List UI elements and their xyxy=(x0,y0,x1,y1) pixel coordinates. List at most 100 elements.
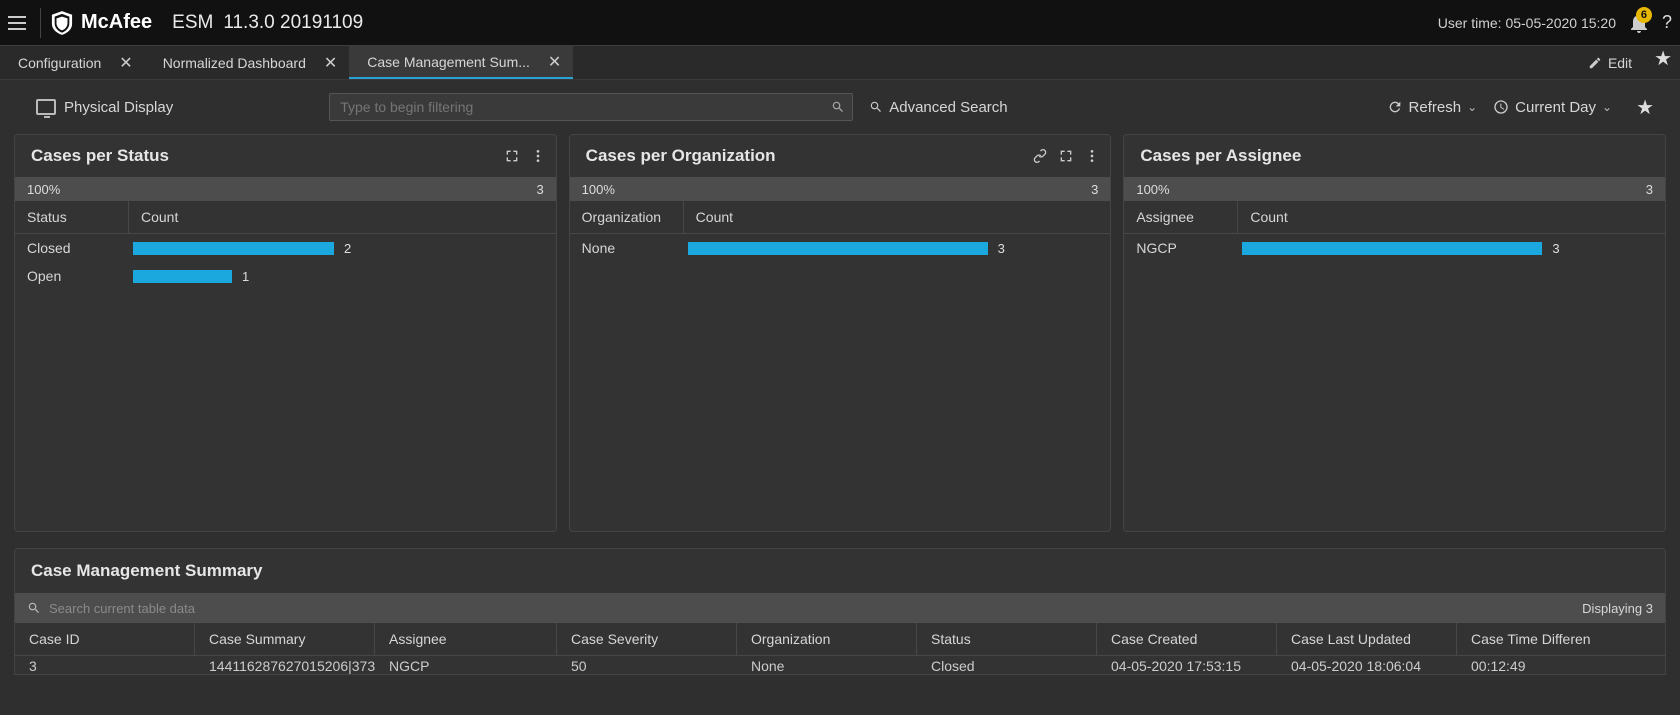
col-count[interactable]: Count xyxy=(1238,201,1665,233)
cell-diff: 00:12:49 xyxy=(1457,656,1665,674)
expand-icon[interactable] xyxy=(504,148,520,164)
tab-label: Normalized Dashboard xyxy=(163,55,306,71)
col-assignee[interactable]: Assignee xyxy=(375,623,557,655)
link-icon[interactable] xyxy=(1032,148,1048,164)
col-organization[interactable]: Organization xyxy=(737,623,917,655)
notifications-button[interactable]: 6 xyxy=(1630,13,1648,33)
time-range-button[interactable]: Current Day ⌄ xyxy=(1493,99,1612,116)
chevron-down-icon: ⌄ xyxy=(1467,100,1477,114)
app-header: McAfee ESM 11.3.0 20191109 User time: 05… xyxy=(0,0,1680,46)
table-row[interactable]: Closed 2 xyxy=(15,234,556,262)
clock-icon xyxy=(1493,99,1509,115)
grid-header: Case ID Case Summary Assignee Case Sever… xyxy=(15,623,1665,656)
percent-label: 100% xyxy=(582,182,615,197)
tab-normalized-dashboard[interactable]: Normalized Dashboard ✕ xyxy=(145,46,350,79)
table-row[interactable]: None3 xyxy=(570,234,1111,262)
total-label: 3 xyxy=(536,182,543,197)
advanced-search-label: Advanced Search xyxy=(889,99,1007,116)
bar xyxy=(1242,242,1542,255)
bar-value: 3 xyxy=(1552,241,1559,256)
table-row[interactable]: 3 144116287627015206|37333354| NGCP 50 N… xyxy=(15,656,1665,674)
cell-created: 04-05-2020 17:53:15 xyxy=(1097,656,1277,674)
displaying-label: Displaying 3 xyxy=(1582,601,1653,616)
cell-assignee: NGCP xyxy=(375,656,557,674)
percent-bar: 100% 3 xyxy=(570,177,1111,201)
app-version: 11.3.0 20191109 xyxy=(223,12,363,34)
bar xyxy=(688,242,988,255)
col-organization[interactable]: Organization xyxy=(570,201,684,233)
expand-icon[interactable] xyxy=(1058,148,1074,164)
edit-button[interactable]: Edit xyxy=(1574,46,1646,79)
table-search-input[interactable] xyxy=(49,601,349,616)
cell-organization: None xyxy=(737,656,917,674)
table-header: Organization Count xyxy=(570,201,1111,234)
close-icon[interactable]: ✕ xyxy=(324,53,337,73)
display-mode-toggle[interactable]: Physical Display xyxy=(36,99,173,116)
col-case-time-difference[interactable]: Case Time Differen xyxy=(1457,623,1665,655)
close-icon[interactable]: ✕ xyxy=(548,52,561,72)
refresh-label: Refresh xyxy=(1409,99,1462,116)
more-icon[interactable] xyxy=(530,148,546,164)
user-time: User time: 05-05-2020 15:20 xyxy=(1438,15,1616,31)
more-icon[interactable] xyxy=(1084,148,1100,164)
favorite-icon[interactable]: ★ xyxy=(1636,95,1654,120)
table-header: Status Count xyxy=(15,201,556,234)
search-icon xyxy=(27,601,41,615)
panel-title: Case Management Summary xyxy=(15,549,1665,593)
row-label: Open xyxy=(15,268,129,284)
cell-case-id: 3 xyxy=(15,656,195,674)
row-count: 1 xyxy=(129,269,556,284)
search-icon[interactable] xyxy=(831,100,845,114)
pencil-icon xyxy=(1588,56,1602,70)
row-label: NGCP xyxy=(1124,240,1238,256)
refresh-button[interactable]: Refresh ⌄ xyxy=(1387,99,1478,116)
favorite-icon[interactable]: ★ xyxy=(1654,46,1672,79)
panel-header: Cases per Status xyxy=(15,135,556,177)
panel-cases-per-status: Cases per Status 100% 3 Status Count Clo… xyxy=(14,134,557,532)
cell-status: Closed xyxy=(917,656,1097,674)
menu-icon[interactable] xyxy=(8,12,30,34)
row-count: 3 xyxy=(684,241,1111,256)
app-name: ESM xyxy=(172,12,213,34)
col-case-created[interactable]: Case Created xyxy=(1097,623,1277,655)
table-body: Closed 2 Open1 xyxy=(15,234,556,531)
tabs-bar: Configuration ✕ Normalized Dashboard ✕ C… xyxy=(0,46,1680,80)
bar-value: 2 xyxy=(344,241,351,256)
table-row[interactable]: Open1 xyxy=(15,262,556,290)
help-icon[interactable]: ? xyxy=(1662,12,1672,33)
shield-icon xyxy=(51,11,73,35)
percent-bar: 100% 3 xyxy=(1124,177,1665,201)
notification-badge: 6 xyxy=(1636,7,1652,23)
edit-label: Edit xyxy=(1608,55,1632,71)
col-count[interactable]: Count xyxy=(684,201,1111,233)
total-label: 3 xyxy=(1646,182,1653,197)
filter-input[interactable] xyxy=(329,93,853,121)
bar xyxy=(133,270,232,283)
row-label: Closed xyxy=(15,240,129,256)
total-label: 3 xyxy=(1091,182,1098,197)
col-status[interactable]: Status xyxy=(15,201,129,233)
brand-logo: McAfee xyxy=(51,11,152,35)
table-row[interactable]: NGCP 3 xyxy=(1124,234,1665,262)
panels-row: Cases per Status 100% 3 Status Count Clo… xyxy=(0,134,1680,532)
col-case-last-updated[interactable]: Case Last Updated xyxy=(1277,623,1457,655)
advanced-search-button[interactable]: Advanced Search xyxy=(869,99,1007,116)
col-status[interactable]: Status xyxy=(917,623,1097,655)
tab-case-management-summary[interactable]: Case Management Sum... ✕ xyxy=(349,46,573,79)
col-case-severity[interactable]: Case Severity xyxy=(557,623,737,655)
close-icon[interactable]: ✕ xyxy=(119,53,132,73)
col-case-summary[interactable]: Case Summary xyxy=(195,623,375,655)
col-assignee[interactable]: Assignee xyxy=(1124,201,1238,233)
monitor-icon xyxy=(36,99,56,115)
tab-configuration[interactable]: Configuration ✕ xyxy=(0,46,145,79)
panel-case-management-summary: Case Management Summary Displaying 3 Cas… xyxy=(14,548,1666,675)
refresh-icon xyxy=(1387,99,1403,115)
bar xyxy=(133,242,334,255)
brand-name: McAfee xyxy=(81,11,152,34)
col-count[interactable]: Count xyxy=(129,201,556,233)
tab-label: Case Management Sum... xyxy=(367,54,530,70)
row-count: 2 xyxy=(129,241,556,256)
col-case-id[interactable]: Case ID xyxy=(15,623,195,655)
dashboard-toolbar: Physical Display Advanced Search Refresh… xyxy=(0,80,1680,134)
table-body: NGCP 3 xyxy=(1124,234,1665,531)
